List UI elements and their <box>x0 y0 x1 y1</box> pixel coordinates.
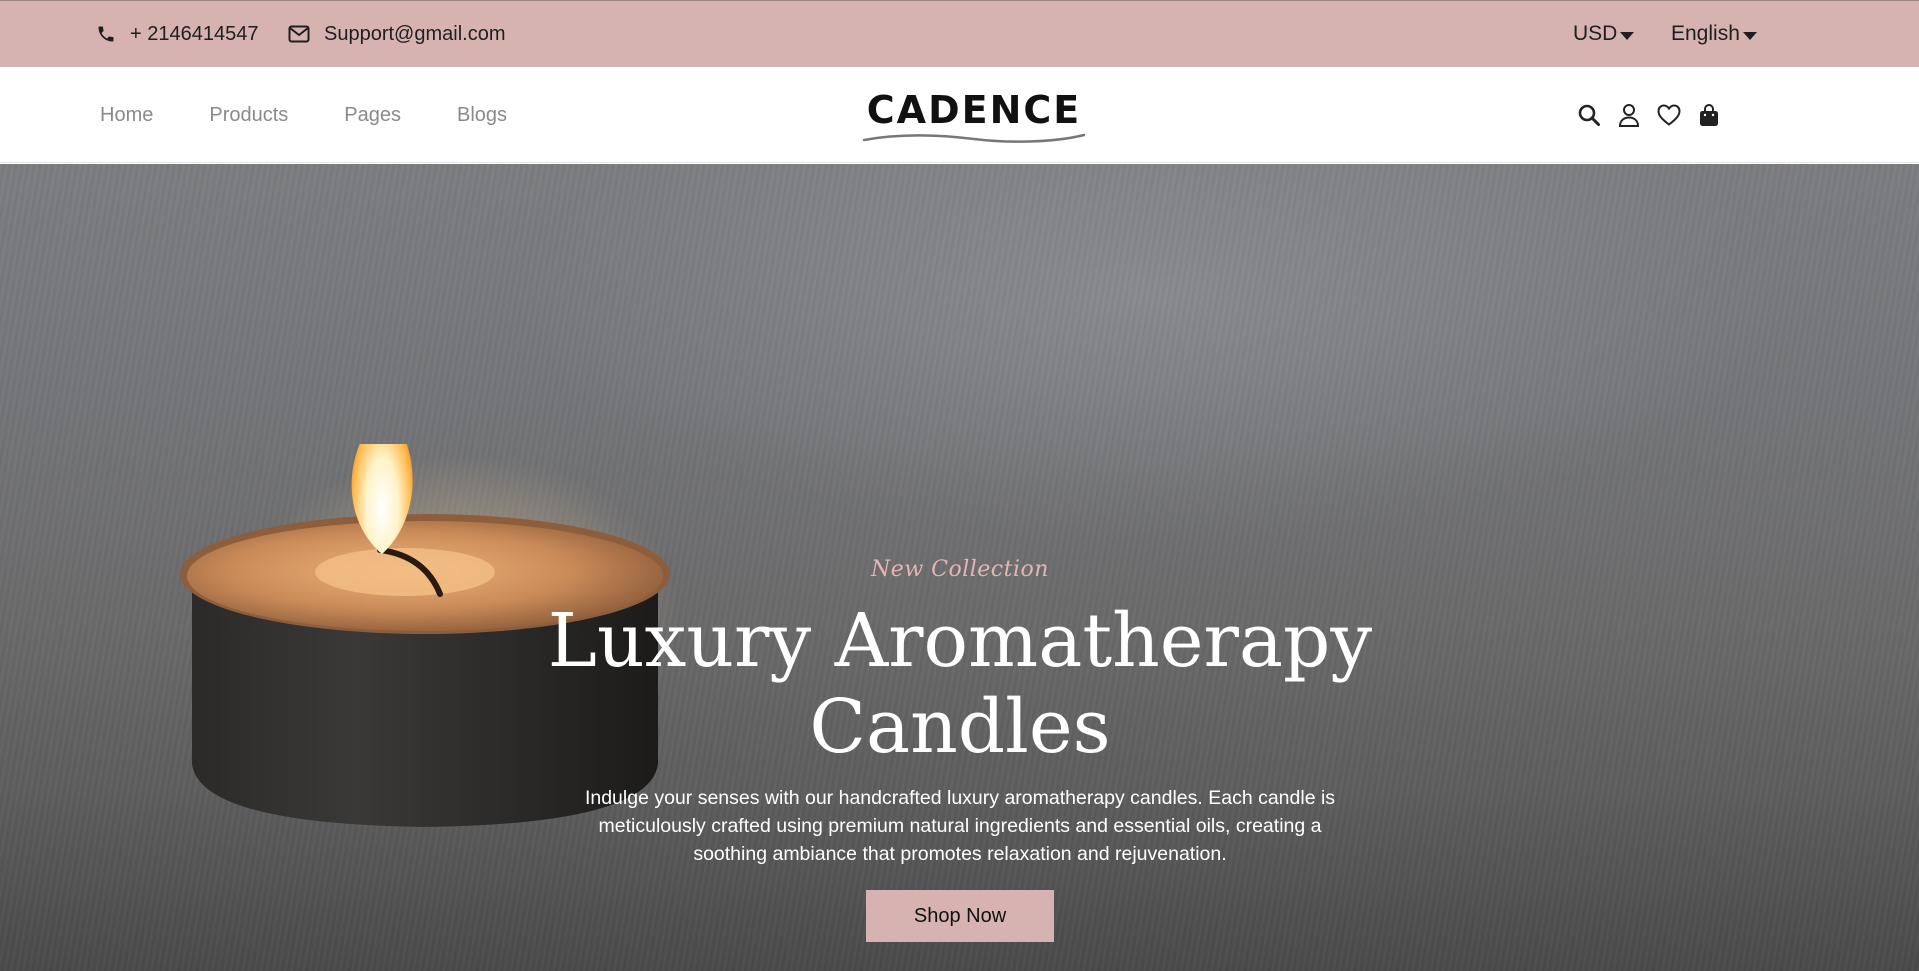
hero-banner: New Collection Luxury Aromatherapy Candl… <box>0 164 1919 971</box>
user-icon[interactable] <box>1616 102 1642 128</box>
nav-item-home[interactable]: Home <box>100 104 153 127</box>
main-header: Home Products Pages Blogs CADENCE <box>0 67 1919 163</box>
shopping-bag-icon[interactable] <box>1696 102 1722 128</box>
phone-number: + 2146414547 <box>130 22 259 45</box>
caret-down-icon <box>1742 31 1757 40</box>
nav-item-blogs[interactable]: Blogs <box>457 104 507 127</box>
hero-eyebrow: New Collection <box>871 557 1049 582</box>
logo-swoosh <box>862 133 1086 143</box>
logo-text: CADENCE <box>866 88 1082 132</box>
hero-headline-line2: Candles <box>809 684 1111 770</box>
shop-now-button[interactable]: Shop Now <box>866 890 1054 942</box>
header-actions <box>1576 67 1736 163</box>
nav-item-products[interactable]: Products <box>209 104 288 127</box>
top-bar: + 2146414547 Support@gmail.com USD Engli… <box>0 0 1919 67</box>
language-selector[interactable]: English <box>1671 1 1757 67</box>
main-nav: Home Products Pages Blogs <box>100 67 563 163</box>
hero-content: New Collection Luxury Aromatherapy Candl… <box>540 394 1380 942</box>
envelope-icon <box>288 25 310 43</box>
currency-selector[interactable]: USD <box>1573 1 1635 67</box>
phone-contact[interactable]: + 2146414547 <box>96 1 258 67</box>
currency-value: USD <box>1573 22 1618 45</box>
search-icon[interactable] <box>1576 102 1602 128</box>
email-contact[interactable]: Support@gmail.com <box>288 1 505 67</box>
phone-icon <box>98 26 114 42</box>
caret-down-icon <box>1620 31 1635 40</box>
hero-headline: Luxury Aromatherapy Candles <box>540 598 1380 770</box>
hero-description: Indulge your senses with our handcrafted… <box>584 787 1336 865</box>
brand-logo[interactable]: CADENCE <box>862 89 1086 149</box>
language-value: English <box>1671 22 1740 45</box>
heart-icon[interactable] <box>1656 102 1682 128</box>
email-address: Support@gmail.com <box>324 22 506 45</box>
nav-item-pages[interactable]: Pages <box>344 104 401 127</box>
hero-headline-line1: Luxury Aromatherapy <box>547 598 1373 684</box>
